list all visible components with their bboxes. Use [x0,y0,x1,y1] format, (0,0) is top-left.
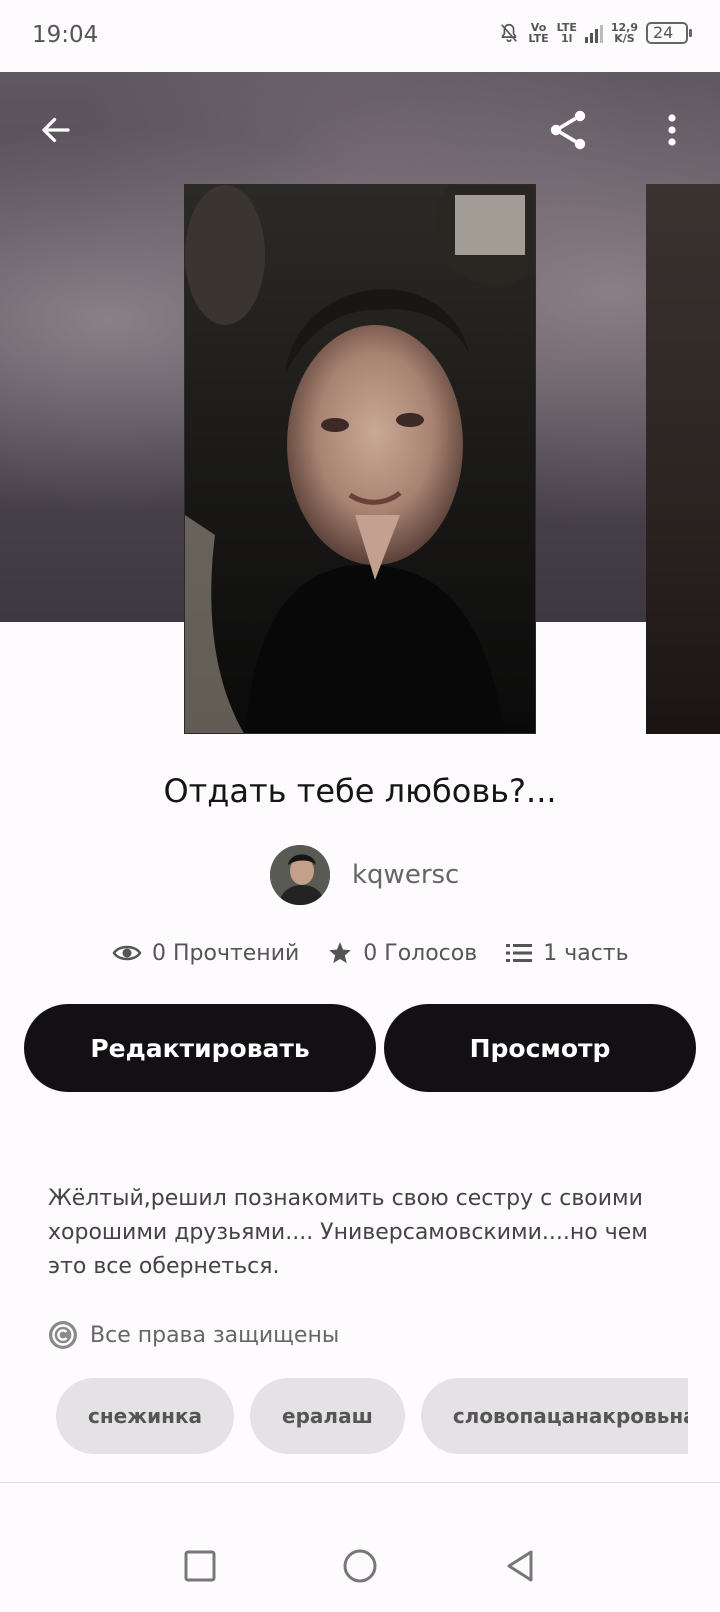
author-row[interactable]: kqwersc [270,845,459,905]
back-button[interactable] [28,102,84,158]
view-button[interactable]: Просмотр [384,1004,696,1092]
status-bar: 19:04 Vo LTE LTE 1l 12,9 K/S 24 [0,0,720,72]
status-icons: Vo LTE LTE 1l 12,9 K/S 24 [498,22,692,44]
eye-icon [112,945,142,961]
share-icon [550,110,586,150]
more-options-button[interactable] [644,102,700,158]
votes-count: 0 Голосов [363,940,478,966]
avatar[interactable] [270,845,330,905]
recents-square-icon[interactable] [183,1549,217,1583]
lte-indicator: LTE 1l [557,22,577,44]
tag-chip[interactable]: снежинка [56,1378,235,1454]
tag-chip[interactable]: ералаш [250,1378,405,1454]
share-button[interactable] [540,102,596,158]
divider [0,1482,720,1483]
bell-off-icon [501,23,518,43]
status-time: 19:04 [32,22,99,48]
signal-icon [584,23,603,43]
copyright-row: Все права защищены [48,1320,339,1350]
story-title: Отдать тебе любовь?... [163,772,557,810]
reads-count: 0 Прочтений [152,940,300,966]
copyright-icon [49,1321,77,1349]
volte-bottom: LTE [528,32,549,45]
cover-photo [185,185,535,733]
stats-row: 0 Прочтений 0 Голосов 1 часть [112,940,629,966]
tags-row: снежинка ералаш словопацанакровьнаасфаль… [56,1378,688,1454]
story-cover-image[interactable] [184,184,536,734]
reads-stat: 0 Прочтений [112,941,299,966]
back-triangle-icon[interactable] [503,1549,537,1583]
more-vertical-icon [668,114,676,146]
copyright-label: Все права защищены [90,1322,340,1348]
tag-chip[interactable]: словопацанакровьнаасфальте [420,1378,688,1454]
system-nav-bar [0,1520,720,1612]
list-icon [506,944,533,962]
battery-icon: 24 [646,22,692,44]
next-story-cover[interactable] [646,184,720,734]
home-circle-icon[interactable] [342,1548,378,1584]
net-speed: 12,9 K/S [611,22,638,44]
arrow-left-icon [42,117,70,143]
parts-stat: 1 часть [505,940,629,966]
lte-bottom: 1l [561,32,573,45]
edit-button[interactable]: Редактировать [24,1004,376,1092]
author-name[interactable]: kqwersc [352,860,459,890]
votes-stat: 0 Голосов [327,940,477,966]
net-speed-unit: K/S [614,32,635,45]
avatar-image [270,845,330,905]
star-icon [329,942,352,964]
volte-indicator: Vo LTE [528,22,548,44]
parts-count: 1 часть [543,940,629,966]
story-description: Жёлтый,решил познакомить свою сестру с с… [48,1186,648,1279]
